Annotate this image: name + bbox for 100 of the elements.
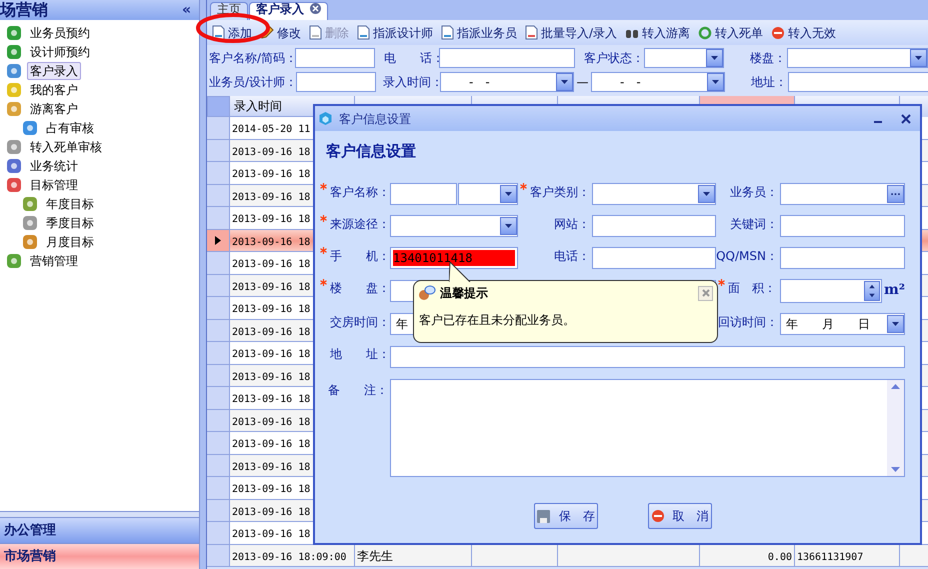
save-button[interactable]: 保 存 — [534, 503, 598, 529]
text-field[interactable] — [780, 214, 905, 236]
sidebar-item[interactable]: 业务统计 — [27, 156, 81, 174]
filter-label: 地址： — [750, 74, 788, 91]
table-cell: 2013-09-16 18 — [232, 439, 310, 450]
spin-buttons[interactable] — [864, 280, 880, 300]
field-label: 手 机： — [330, 248, 390, 264]
dialog-heading: 客户信息设置 — [325, 141, 417, 162]
address-field[interactable] — [390, 346, 905, 368]
date-field[interactable]: - - — [591, 72, 725, 92]
table-cell: 2013-09-16 18 — [232, 484, 310, 495]
chat-bubble-icon — [418, 285, 436, 301]
number-field[interactable] — [780, 278, 882, 302]
row-pointer-icon — [215, 236, 221, 245]
toolbar-button[interactable]: 修改 — [260, 24, 301, 42]
field-label: 回访时间： — [718, 314, 778, 330]
select-field[interactable] — [390, 214, 518, 236]
down-arrow-icon — [891, 466, 900, 472]
field-label: 地 址： — [330, 346, 390, 362]
date-field[interactable]: 年 月 日 — [780, 312, 905, 334]
filter-field[interactable] — [296, 72, 376, 92]
table-cell: 2013-09-16 18 — [232, 192, 310, 202]
dropdown-button[interactable] — [706, 49, 723, 67]
caret-icon — [505, 192, 512, 196]
toolbar-button[interactable]: 转入游离 — [625, 24, 690, 42]
sidebar-item[interactable]: 业务员预约 — [27, 24, 93, 42]
filter-label: 客户名称/简码： — [209, 50, 295, 67]
filter-label: 楼盘： — [749, 50, 787, 67]
table-cell: 13661131907 — [797, 552, 864, 562]
table-cell: 2013-09-16 18 — [232, 349, 310, 360]
toolbar-button[interactable]: 指派设计师 — [357, 24, 433, 42]
sidebar-item[interactable]: 目标管理 — [27, 176, 81, 194]
document-icon — [309, 25, 322, 40]
cube-icon — [318, 111, 333, 126]
field-label: 客户名称： — [330, 184, 390, 200]
sidebar-item[interactable]: 季度目标 — [43, 214, 97, 232]
filter-field[interactable] — [295, 48, 375, 68]
text-field[interactable] — [780, 246, 905, 268]
sidebar-item[interactable]: 游离客户 — [27, 100, 81, 118]
sidebar-item[interactable]: 月度目标 — [43, 232, 97, 250]
filter-label: 电 话： — [383, 50, 439, 67]
close-icon[interactable] — [310, 3, 321, 14]
text-field[interactable] — [592, 214, 716, 236]
field-label: 交房时间： — [330, 314, 390, 330]
toolbar-button[interactable]: 指派业务员 — [441, 24, 517, 42]
cancel-button[interactable]: 取 消 — [648, 503, 712, 529]
field-label: 电话： — [554, 248, 590, 264]
select-field[interactable] — [644, 48, 724, 68]
text-field[interactable] — [592, 246, 716, 268]
row-header[interactable] — [207, 230, 230, 252]
lookup-field[interactable]: ... — [780, 182, 905, 204]
sidebar-item[interactable]: 我的客户 — [27, 80, 81, 98]
scrollbar[interactable] — [887, 380, 904, 476]
toolbar-button[interactable]: 转入死单 — [698, 24, 764, 42]
sidebar-item[interactable]: 占有审核 — [43, 118, 97, 136]
filter-field[interactable] — [439, 48, 575, 68]
sidebar-item[interactable]: 转入死单审核 — [27, 138, 105, 156]
browse-button[interactable]: ... — [887, 184, 904, 202]
select-field[interactable] — [592, 182, 716, 204]
table-cell: 2013-09-16 18 — [232, 506, 310, 518]
sidebar-item[interactable]: 年度目标 — [43, 194, 97, 212]
caret-icon — [561, 80, 568, 84]
dropdown-button[interactable] — [707, 73, 724, 91]
notes-field[interactable] — [390, 378, 905, 476]
unit-label: m² — [884, 281, 905, 300]
select-field[interactable] — [787, 48, 928, 68]
field-label: 网站： — [554, 216, 590, 232]
toolbar-button[interactable]: 转入无效 — [771, 24, 836, 42]
sidebar-item[interactable]: 营销管理 — [27, 252, 81, 270]
collapse-button[interactable]: « — [182, 0, 191, 20]
field-label: 业务员： — [730, 184, 778, 200]
close-button[interactable] — [698, 286, 713, 300]
date-field[interactable]: - - — [440, 72, 574, 92]
dropdown-button[interactable] — [500, 184, 517, 202]
dropdown-button[interactable] — [910, 49, 927, 67]
field-label: 客户类别： — [530, 184, 590, 200]
text-field[interactable]: 13401011418 — [390, 246, 518, 268]
table-cell: 0.00 — [768, 552, 792, 562]
table-cell: 2013-09-16 18 — [232, 416, 310, 428]
table-cell: 2013-09-16 18 — [232, 259, 310, 270]
filter-label: 客户状态： — [583, 50, 644, 67]
filter-field[interactable] — [788, 72, 928, 92]
sidebar-item[interactable]: 设计师预约 — [27, 42, 93, 60]
sidebar-section[interactable]: 市场营销 — [0, 543, 199, 569]
range-separator: — — [576, 74, 590, 91]
table-cell: 2013-09-16 18 — [232, 462, 310, 472]
document-icon — [357, 25, 370, 40]
text-field[interactable] — [390, 182, 457, 204]
toolbar-button[interactable]: 批量导入/录入 — [525, 24, 618, 42]
sidebar-item[interactable]: 客户录入 — [27, 62, 81, 80]
select-field[interactable] — [458, 182, 518, 204]
dropdown-button[interactable] — [698, 184, 715, 202]
dropdown-button[interactable] — [887, 314, 904, 332]
dropdown-button[interactable] — [556, 73, 573, 91]
table-cell: 2013-09-16 18 — [232, 214, 310, 225]
close-icon[interactable] — [901, 114, 911, 124]
sidebar-section[interactable]: 办公管理 — [0, 517, 199, 543]
dropdown-button[interactable] — [500, 216, 517, 234]
caret-icon — [703, 192, 710, 196]
tab[interactable]: 客户录入 — [249, 2, 328, 20]
